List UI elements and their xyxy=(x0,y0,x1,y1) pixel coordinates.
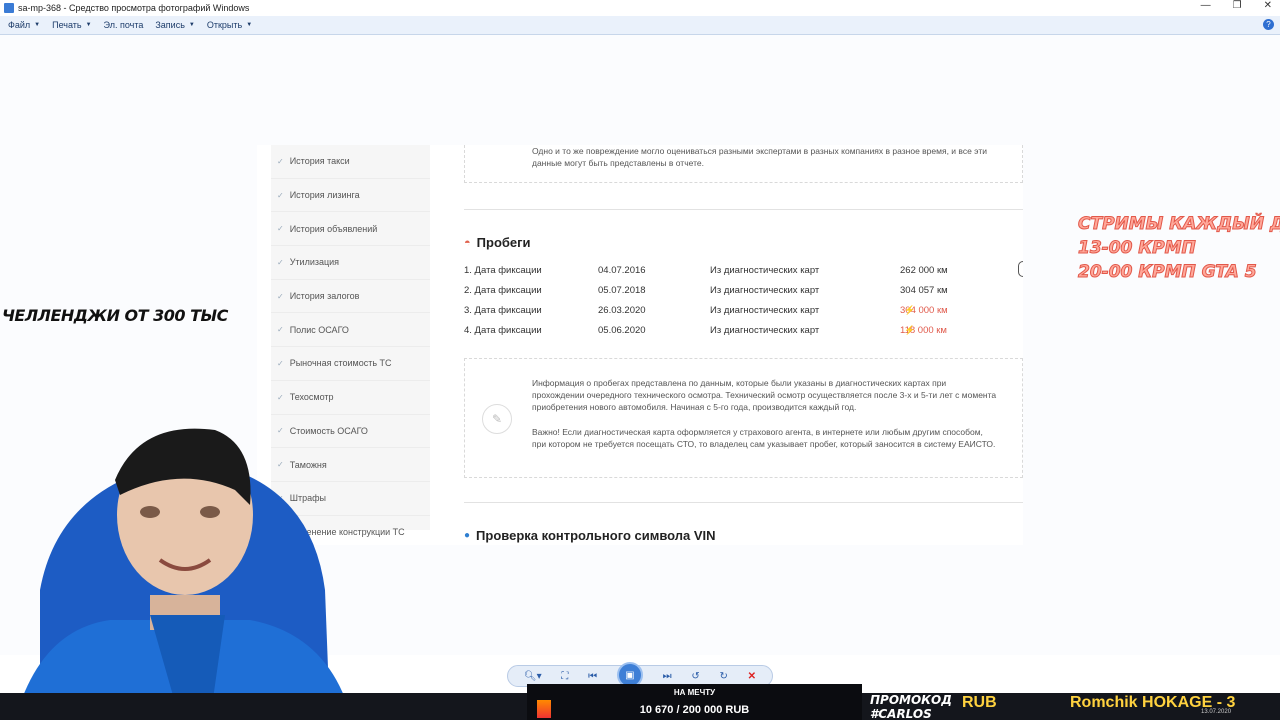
zoom-icon[interactable]: 🔍︎▾ xyxy=(524,671,542,682)
check-icon: ✓ xyxy=(277,291,284,301)
check-icon: ✓ xyxy=(277,156,284,166)
check-icon: ✓ xyxy=(277,325,284,335)
check-icon: ✓ xyxy=(277,224,284,234)
check-icon: ✓ xyxy=(277,358,284,368)
menu-bar: Файл ▼ Печать ▼ Эл. почта Запись ▼ Открыть ▼ xyxy=(0,16,1280,35)
sidebar-item[interactable]: ✓ История объявлений xyxy=(271,212,430,247)
promo-code: ПРОМОКОД #CARLOS xyxy=(870,693,952,721)
speedometer-icon: ◓ xyxy=(464,236,471,249)
menu-print[interactable]: Печать ▼ xyxy=(52,20,91,30)
menu-burn[interactable]: Запись ▼ xyxy=(155,20,194,30)
next-icon[interactable]: ⏭ xyxy=(663,671,672,682)
challenge-overlay: ЧЕЛЛЕНДЖИ ОТ 300 ТЫС xyxy=(2,306,228,325)
sidebar-item[interactable]: ✓ Техосмотр xyxy=(271,381,430,415)
chevron-down-icon: ▼ xyxy=(188,22,195,28)
displayed-photo: ✓ История такси ✓ История лизинга ✓ История… xyxy=(257,145,1023,545)
rotate-right-icon[interactable]: ↻ xyxy=(719,671,727,682)
check-icon: ✓ xyxy=(277,392,284,402)
previous-icon[interactable]: ⏮ xyxy=(588,671,597,682)
webcam-feed xyxy=(0,420,355,720)
app-icon xyxy=(4,3,14,13)
actual-size-icon[interactable]: ⛶ xyxy=(561,671,568,682)
mileage-section-title: ◓ Пробеги xyxy=(464,235,531,250)
pencil-icon: ✎ xyxy=(482,404,512,434)
table-row: 3. Дата фиксации 26.03.2020 Из диагности… xyxy=(464,305,948,316)
divider xyxy=(464,502,1023,503)
help-icon[interactable]: ? xyxy=(1263,19,1274,30)
report-content: Одно и то же повреждение могло оценивать… xyxy=(464,145,1023,545)
damage-note: Одно и то же повреждение могло оценивать… xyxy=(464,145,1023,183)
donation-goal-amount: 10 670 / 200 000 RUB xyxy=(639,704,750,716)
date-stamp: 13.07.2020 xyxy=(1201,709,1232,715)
minimize-button[interactable]: — xyxy=(1201,0,1211,11)
stream-schedule-overlay: СТРИМЫ КАЖДЫЙ ДЕНЬ 13-00 КРМП 20-00 КРМП… xyxy=(1078,214,1280,283)
check-icon: ✓ xyxy=(277,257,284,267)
table-row: 4. Дата фиксации 05.06.2020 Из диагности… xyxy=(464,325,947,336)
close-button[interactable]: ✕ xyxy=(1264,0,1272,11)
scroll-knob[interactable] xyxy=(1018,261,1023,277)
donation-goal-label: НА МЕЧТУ xyxy=(673,688,716,697)
menu-email[interactable]: Эл. почта xyxy=(104,20,144,30)
badge-icon: ● xyxy=(464,530,471,541)
info-paragraph: Информация о пробегах представлена по да… xyxy=(532,378,997,412)
table-row: 2. Дата фиксации 05.07.2018 Из диагности… xyxy=(464,285,948,296)
chevron-down-icon: ▼ xyxy=(34,22,41,28)
check-icon: ✓ xyxy=(277,190,284,200)
sidebar-item[interactable]: ✓ История такси xyxy=(271,145,430,179)
maximize-button[interactable]: ❐ xyxy=(1233,0,1242,11)
table-row: 1. Дата фиксации 04.07.2016 Из диагности… xyxy=(464,265,948,276)
mileage-info-box: ✎ Информация о пробегах представлена по … xyxy=(464,358,1023,478)
window-controls: — ❐ ✕ xyxy=(1201,0,1272,11)
sidebar-item[interactable]: ✓ Рыночная стоимость ТС xyxy=(271,347,430,381)
chevron-down-icon: ▼ xyxy=(246,22,253,28)
delete-icon[interactable]: ✕ xyxy=(748,671,756,682)
lightning-icon: ⚡ xyxy=(904,325,916,335)
sidebar-item[interactable]: ✓ Полис ОСАГО xyxy=(271,313,430,348)
sidebar-item[interactable]: ✓ История лизинга xyxy=(271,179,430,213)
menu-open[interactable]: Открыть ▼ xyxy=(207,20,252,30)
chevron-down-icon: ▼ xyxy=(85,22,92,28)
divider xyxy=(464,209,1023,210)
currency-label: RUB xyxy=(962,694,997,711)
window-title: sa-mp-368 - Средство просмотра фотографи… xyxy=(18,3,250,13)
window-titlebar: sa-mp-368 - Средство просмотра фотографи… xyxy=(0,0,1280,16)
sidebar-item[interactable]: ✓ История залогов xyxy=(271,280,430,314)
lightning-icon: ⚡ xyxy=(904,305,916,315)
sidebar-item[interactable]: ✓ Утилизация xyxy=(271,246,430,280)
menu-file[interactable]: Файл ▼ xyxy=(8,20,40,30)
info-paragraph-important: Важно! Если диагностическая карта оформл… xyxy=(532,427,996,449)
donation-goal: НА МЕЧТУ 10 670 / 200 000 RUB xyxy=(527,684,862,720)
vin-section-title: ● Проверка контрольного символа VIN xyxy=(464,528,716,543)
rotate-left-icon[interactable]: ↺ xyxy=(691,671,699,682)
